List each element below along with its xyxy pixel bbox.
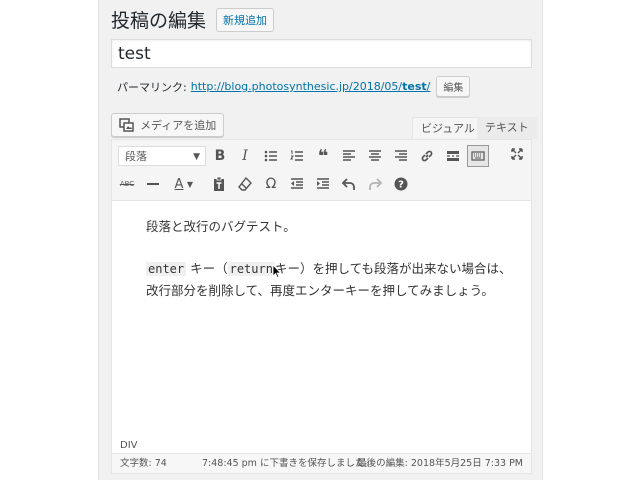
permalink-trailing: / [426, 80, 431, 93]
permalink-label: パーマリンク: [117, 80, 187, 94]
inline-code: return [227, 262, 275, 276]
toolbar-toggle-icon[interactable] [467, 145, 489, 167]
paragraph: 段落と改行のバグテスト。 [146, 219, 296, 234]
fullscreen-icon[interactable] [506, 143, 528, 165]
paste-text-icon[interactable] [208, 173, 230, 195]
add-new-button[interactable]: 新規追加 [216, 7, 275, 32]
mouse-cursor-icon [272, 264, 282, 278]
permalink-row: パーマリンク: http://blog.photosynthesic.jp/20… [117, 76, 471, 97]
editor-area: 段落 ▼ B I ❝ ABC A ▼ Ω ? 段落と改行のバグテスト。 ente… [111, 139, 532, 474]
read-more-icon[interactable] [442, 145, 464, 167]
editor-toolbar: 段落 ▼ B I ❝ ABC A ▼ Ω ? [112, 140, 531, 201]
edit-permalink-button[interactable]: 編集 [436, 76, 471, 97]
page-title: 投稿の編集 [111, 10, 207, 32]
permalink-slug: test [402, 80, 427, 93]
chevron-down-icon: ▼ [193, 152, 200, 162]
permalink-base: http://blog.photosynthesic.jp/2018/05/ [190, 80, 403, 93]
align-left-icon[interactable] [338, 145, 360, 167]
media-icon [119, 118, 134, 132]
chevron-down-icon[interactable]: ▼ [184, 173, 196, 195]
clear-formatting-icon[interactable] [234, 173, 256, 195]
post-title-input[interactable]: test [111, 39, 532, 68]
text-run: キー（ [186, 261, 228, 276]
outdent-icon[interactable] [286, 173, 308, 195]
bulleted-list-icon[interactable] [260, 145, 282, 167]
post-edit-panel: 投稿の編集 新規追加 test パーマリンク: http://blog.phot… [98, 0, 543, 480]
tab-visual[interactable]: ビジュアル [412, 117, 484, 140]
redo-icon[interactable] [364, 173, 386, 195]
paragraph: enter キー（ return キー）を押しても段落が出来ない場合は、改行部分を削… [146, 258, 516, 301]
link-icon[interactable] [416, 145, 438, 167]
last-edit-info: 最後の編集: 2018年5月25日 7:33 PM [357, 458, 523, 469]
element-path[interactable]: DIV [120, 440, 138, 451]
undo-icon[interactable] [338, 173, 360, 195]
indent-icon[interactable] [312, 173, 334, 195]
editor-content[interactable]: 段落と改行のバグテスト。 enter キー（ return キー）を押しても段落が出… [146, 216, 516, 322]
inline-code: enter [146, 262, 187, 276]
align-center-icon[interactable] [364, 145, 386, 167]
format-select[interactable]: 段落 ▼ [118, 146, 206, 166]
svg-text:?: ? [398, 180, 404, 191]
help-icon[interactable]: ? [390, 173, 412, 195]
autosave-status: 7:48:45 pm に下書きを保存しました。 [202, 458, 374, 469]
format-select-value: 段落 [125, 150, 147, 163]
numbered-list-icon[interactable] [286, 145, 308, 167]
permalink-link[interactable]: http://blog.photosynthesic.jp/2018/05/te… [191, 80, 431, 93]
status-bar: 文字数: 74 7:48:45 pm に下書きを保存しました。 最後の編集: 2… [112, 453, 531, 473]
align-right-icon[interactable] [390, 145, 412, 167]
special-character-icon[interactable]: Ω [260, 173, 282, 195]
italic-icon[interactable]: I [234, 145, 256, 167]
bold-icon[interactable]: B [209, 145, 231, 167]
add-media-label: メディアを追加 [140, 119, 217, 132]
word-count: 文字数: 74 [120, 458, 167, 469]
add-media-button[interactable]: メディアを追加 [111, 113, 225, 137]
strikethrough-icon[interactable]: ABC [116, 173, 138, 195]
page-header: 投稿の編集 新規追加 [111, 6, 275, 33]
horizontal-line-icon[interactable] [142, 173, 164, 195]
tab-text[interactable]: テキスト [477, 117, 537, 139]
blockquote-icon[interactable]: ❝ [312, 145, 334, 167]
